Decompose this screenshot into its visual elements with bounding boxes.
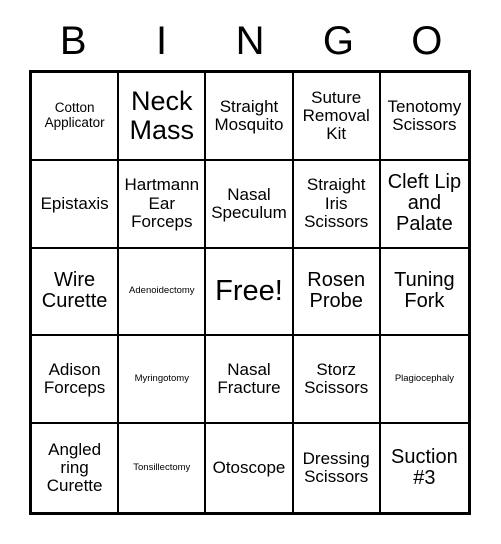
bingo-cell-label: Epistaxis (40, 193, 109, 213)
bingo-cell-label: Plagiocephaly (394, 372, 454, 384)
bingo-cell-g1[interactable]: Suture Removal Kit (293, 73, 381, 161)
bingo-cell-label: Rosen Probe (307, 269, 366, 313)
bingo-cell-n5[interactable]: Otoscope (206, 424, 294, 512)
bingo-cell-label: Tuning Fork (394, 269, 455, 313)
bingo-cell-label: Myringotomy (134, 372, 189, 384)
header-letter-g: G (322, 19, 354, 63)
bingo-cell-b1[interactable]: Cotton Applicator (32, 73, 120, 161)
bingo-cell-b4[interactable]: Adison Forceps (32, 336, 120, 425)
bingo-cell-label: Wire Curette (41, 269, 108, 313)
bingo-cell-i1[interactable]: Neck Mass (119, 73, 207, 161)
bingo-cell-o2[interactable]: Cleft Lip and Palate (380, 160, 468, 249)
bingo-cell-label: Dressing Scissors (302, 448, 370, 487)
header-letter-i: I (156, 19, 168, 63)
bingo-cell-label: Angled ring Curette (46, 439, 103, 496)
bingo-cell-i3[interactable]: Adenoidectomy (119, 248, 207, 337)
bingo-cell-label: Straight Iris Scissors (304, 175, 369, 231)
bingo-cell-label: Nasal Speculum (211, 184, 287, 222)
bingo-cell-i4[interactable]: Myringotomy (119, 336, 207, 425)
bingo-header: B I N G O (29, 14, 471, 68)
bingo-cell-o5[interactable]: Suction #3 (380, 424, 468, 512)
bingo-cell-g3[interactable]: Rosen Probe (293, 248, 381, 337)
bingo-cell-o1[interactable]: Tenotomy Scissors (380, 73, 468, 161)
bingo-card: B I N G O Cotton Applicator Neck Mass Stra… (0, 0, 501, 544)
bingo-cell-label: Suction #3 (391, 445, 458, 490)
bingo-cell-label: Cotton Applicator (44, 100, 105, 130)
header-letter-b: B (59, 19, 87, 63)
bingo-cell-n1[interactable]: Straight Mosquito (206, 73, 294, 161)
bingo-cell-label: Adenoidectomy (129, 285, 195, 297)
bingo-cell-g2[interactable]: Straight Iris Scissors (293, 160, 381, 249)
bingo-cell-label: Tonsillectomy (133, 461, 191, 473)
bingo-cell-i5[interactable]: Tonsillectomy (119, 424, 207, 512)
bingo-cell-label: Straight Mosquito (214, 96, 284, 134)
bingo-cell-o4[interactable]: Plagiocephaly (380, 336, 468, 425)
bingo-cell-g5[interactable]: Dressing Scissors (293, 424, 381, 512)
bingo-cell-label: Tenotomy Scissors (387, 96, 462, 134)
bingo-cell-n4[interactable]: Nasal Fracture (206, 336, 294, 425)
bingo-cell-i2[interactable]: Hartmann Ear Forceps (119, 160, 207, 249)
bingo-cell-label: Nasal Fracture (217, 360, 281, 398)
bingo-cell-label: Free! (215, 274, 283, 307)
bingo-cell-label: Cleft Lip and Palate (387, 170, 462, 236)
bingo-cell-free[interactable]: Free! (206, 248, 294, 337)
bingo-cell-label: Hartmann Ear Forceps (124, 175, 200, 231)
bingo-cell-label: Adison Forceps (43, 360, 106, 398)
bingo-cell-g4[interactable]: Storz Scissors (293, 336, 381, 425)
bingo-cell-b3[interactable]: Wire Curette (32, 248, 120, 337)
bingo-cell-label: Suture Removal Kit (302, 87, 370, 143)
bingo-cell-b5[interactable]: Angled ring Curette (32, 424, 120, 512)
bingo-cell-label: Otoscope (212, 458, 286, 477)
bingo-cell-n2[interactable]: Nasal Speculum (206, 160, 294, 249)
header-letter-o: O (411, 19, 443, 63)
bingo-cell-label: Storz Scissors (304, 360, 369, 398)
bingo-cell-o3[interactable]: Tuning Fork (380, 248, 468, 337)
header-letter-n: N (235, 19, 265, 63)
bingo-grid: Cotton Applicator Neck Mass Straight Mosqu… (29, 70, 471, 515)
bingo-cell-label: Neck Mass (129, 86, 195, 145)
bingo-cell-b2[interactable]: Epistaxis (32, 160, 120, 249)
